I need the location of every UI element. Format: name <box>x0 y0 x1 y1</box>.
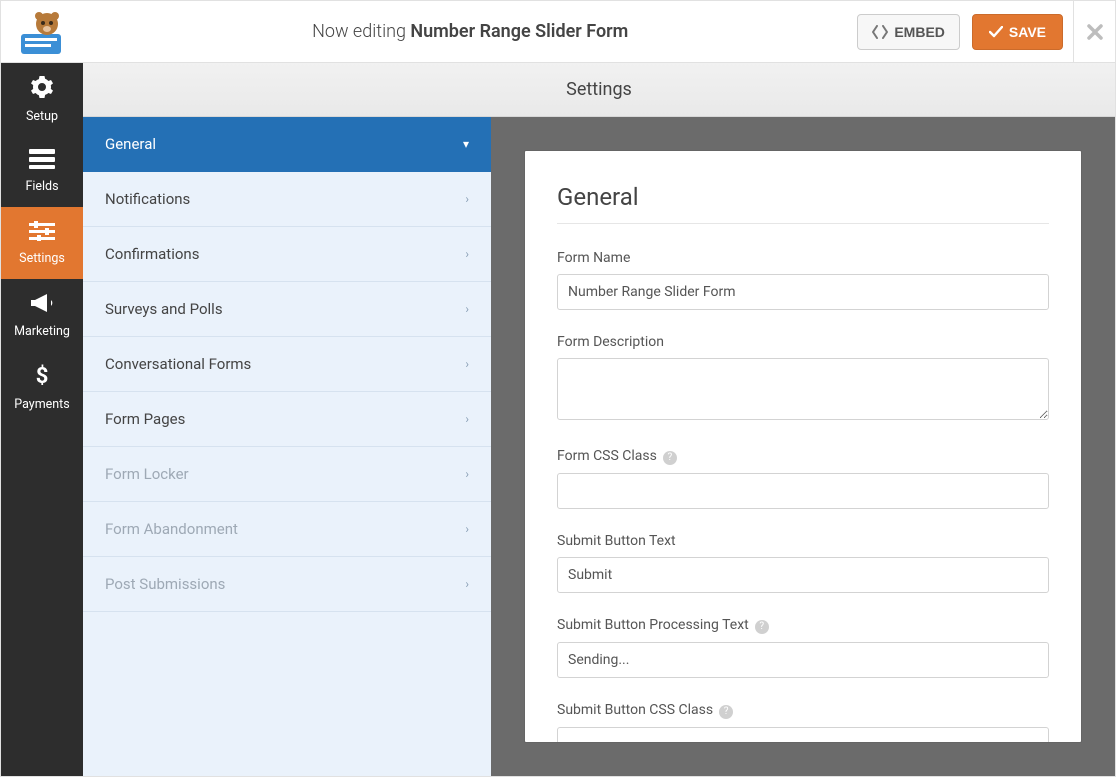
chevron-right-icon: › <box>465 467 469 481</box>
settings-item-label: Form Pages <box>105 410 185 428</box>
settings-item-label: Surveys and Polls <box>105 300 223 318</box>
form-name-input[interactable] <box>557 274 1049 310</box>
submit-processing-label: Submit Button Processing Text? <box>557 617 1049 634</box>
nav-payments[interactable]: $ Payments <box>1 351 83 423</box>
save-label: SAVE <box>1009 24 1046 40</box>
general-settings-card: General Form Name Form Description Form … <box>525 151 1081 742</box>
check-icon <box>989 26 1003 38</box>
fields-icon <box>29 149 55 173</box>
field-form-name: Form Name <box>557 250 1049 310</box>
submit-processing-input[interactable] <box>557 642 1049 678</box>
settings-item-post-submissions[interactable]: Post Submissions › <box>83 557 491 612</box>
field-form-description: Form Description <box>557 334 1049 424</box>
close-icon <box>1086 23 1104 41</box>
dollar-icon: $ <box>35 363 49 391</box>
css-class-input[interactable] <box>557 473 1049 509</box>
submit-processing-label-text: Submit Button Processing Text <box>557 617 749 633</box>
sliders-icon <box>29 221 55 245</box>
submit-text-label: Submit Button Text <box>557 533 1049 549</box>
chevron-right-icon: › <box>465 302 469 316</box>
card-title: General <box>557 183 1049 224</box>
settings-item-form-pages[interactable]: Form Pages › <box>83 392 491 447</box>
embed-label: EMBED <box>894 24 945 40</box>
chevron-right-icon: › <box>465 247 469 261</box>
embed-button[interactable]: EMBED <box>857 14 960 50</box>
settings-item-conversational[interactable]: Conversational Forms › <box>83 337 491 392</box>
form-name-label: Form Name <box>557 250 1049 266</box>
chevron-right-icon: › <box>465 357 469 371</box>
settings-item-form-locker[interactable]: Form Locker › <box>83 447 491 502</box>
top-actions: EMBED SAVE <box>857 14 1073 50</box>
field-submit-processing: Submit Button Processing Text? <box>557 617 1049 678</box>
code-icon <box>872 25 888 39</box>
settings-item-form-abandonment[interactable]: Form Abandonment › <box>83 502 491 557</box>
gear-icon <box>30 75 54 103</box>
submit-text-input[interactable] <box>557 557 1049 593</box>
settings-item-confirmations[interactable]: Confirmations › <box>83 227 491 282</box>
form-desc-label: Form Description <box>557 334 1049 350</box>
settings-item-label: Form Locker <box>105 465 189 483</box>
field-css-class: Form CSS Class? <box>557 448 1049 509</box>
submit-css-label-text: Submit Button CSS Class <box>557 702 713 718</box>
chevron-down-icon: ▾ <box>463 137 469 151</box>
settings-item-label: Post Submissions <box>105 575 225 593</box>
help-icon[interactable]: ? <box>719 705 733 719</box>
nav-setup[interactable]: Setup <box>1 63 83 135</box>
help-icon[interactable]: ? <box>755 620 769 634</box>
help-icon[interactable]: ? <box>663 451 677 465</box>
css-class-label: Form CSS Class? <box>557 448 1049 465</box>
nav-label: Payments <box>14 397 69 412</box>
settings-subnav: General ▾ Notifications › Confirmations … <box>83 117 491 776</box>
field-submit-css: Submit Button CSS Class? <box>557 702 1049 742</box>
settings-item-surveys[interactable]: Surveys and Polls › <box>83 282 491 337</box>
chevron-right-icon: › <box>465 192 469 206</box>
chevron-right-icon: › <box>465 577 469 591</box>
close-button[interactable] <box>1073 1 1115 63</box>
settings-item-label: Notifications <box>105 190 190 208</box>
settings-item-label: General <box>105 135 156 153</box>
submit-css-label: Submit Button CSS Class? <box>557 702 1049 719</box>
nav-label: Settings <box>19 251 65 266</box>
nav-marketing[interactable]: Marketing <box>1 279 83 351</box>
app-logo <box>1 1 83 62</box>
field-submit-text: Submit Button Text <box>557 533 1049 593</box>
settings-item-label: Confirmations <box>105 245 199 263</box>
settings-item-label: Form Abandonment <box>105 520 238 538</box>
chevron-right-icon: › <box>465 412 469 426</box>
main-panel: General Form Name Form Description Form … <box>491 117 1115 776</box>
form-desc-input[interactable] <box>557 358 1049 420</box>
css-class-label-text: Form CSS Class <box>557 448 657 464</box>
left-nav: Setup Fields Settings Marketing $ Paymen… <box>1 63 83 776</box>
chevron-right-icon: › <box>465 522 469 536</box>
nav-fields[interactable]: Fields <box>1 135 83 207</box>
nav-label: Marketing <box>14 324 70 339</box>
editing-title: Now editing Number Range Slider Form <box>83 21 857 42</box>
megaphone-icon <box>29 292 55 318</box>
submit-css-input[interactable] <box>557 727 1049 742</box>
nav-label: Fields <box>25 179 58 194</box>
editing-form-name: Number Range Slider Form <box>410 21 628 42</box>
save-button[interactable]: SAVE <box>972 14 1063 50</box>
nav-label: Setup <box>26 109 58 124</box>
svg-text:$: $ <box>36 364 49 387</box>
settings-item-label: Conversational Forms <box>105 355 251 373</box>
settings-item-notifications[interactable]: Notifications › <box>83 172 491 227</box>
settings-panel-title: Settings <box>83 63 1115 117</box>
editing-prefix: Now editing <box>312 21 410 42</box>
settings-item-general[interactable]: General ▾ <box>83 117 491 172</box>
top-bar: Now editing Number Range Slider Form EMB… <box>1 1 1115 63</box>
nav-settings[interactable]: Settings <box>1 207 83 279</box>
bear-logo-icon <box>13 8 71 56</box>
